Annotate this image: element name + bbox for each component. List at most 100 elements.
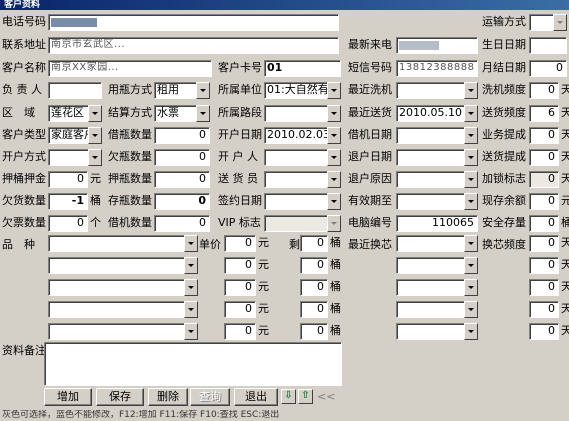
chevron-down-icon[interactable] <box>464 193 478 210</box>
chevron-down-icon[interactable] <box>327 82 341 99</box>
opener-select[interactable] <box>264 149 341 166</box>
sign-date-select[interactable] <box>264 193 341 210</box>
filter-date-select[interactable] <box>396 301 478 318</box>
cancel-reason-select[interactable] <box>396 171 478 188</box>
borrow-machine-field[interactable]: 0 <box>154 215 210 232</box>
chevron-down-icon[interactable] <box>88 127 102 144</box>
chevron-down-icon[interactable] <box>464 257 478 274</box>
district-select[interactable]: 莲花区 <box>48 105 102 122</box>
deliver-freq-field[interactable]: 6 <box>529 105 559 122</box>
chevron-down-icon[interactable] <box>464 149 478 166</box>
cancel-date-select[interactable] <box>396 149 478 166</box>
chevron-down-icon[interactable] <box>464 301 478 318</box>
arrow-up-icon[interactable]: ⇧ <box>298 389 313 404</box>
product-price-field[interactable]: 0 <box>224 257 256 274</box>
chevron-down-icon[interactable] <box>184 323 198 340</box>
pc-no-field[interactable]: 110065 <box>396 215 478 232</box>
deposit-field[interactable]: 0 <box>48 171 88 188</box>
product-price-field[interactable]: 0 <box>224 301 256 318</box>
open-mode-select[interactable] <box>48 149 102 166</box>
chevron-down-icon[interactable] <box>184 279 198 296</box>
filter-freq-field[interactable]: 0 <box>529 257 559 274</box>
unit-select[interactable]: 01:大自然有 <box>264 82 341 99</box>
filter-date-select[interactable] <box>396 235 478 252</box>
arrow-down-icon[interactable]: ⇩ <box>281 389 296 404</box>
month-end-field[interactable]: 0 <box>529 60 567 77</box>
chevron-down-icon[interactable] <box>184 257 198 274</box>
settle-select[interactable]: 水票 <box>154 105 210 122</box>
open-date-select[interactable]: 2010.02.03 <box>264 127 341 144</box>
product-remain-field[interactable]: 0 <box>300 257 328 274</box>
sms-no-field[interactable]: 13812388888 <box>396 60 478 77</box>
last-deliver-select[interactable]: 2010.05.10 <box>396 105 478 122</box>
filter-freq-field[interactable]: 0 <box>529 235 559 252</box>
chevron-down-icon[interactable] <box>88 105 102 122</box>
deposit-bottle-field[interactable]: 0 <box>154 171 210 188</box>
lock-flag-field[interactable]: 0 <box>529 171 559 188</box>
chevron-down-icon[interactable] <box>327 105 341 122</box>
product-remain-field[interactable]: 0 <box>300 323 328 340</box>
save-button[interactable]: 保存 <box>96 388 144 406</box>
remarks-textarea[interactable] <box>44 342 342 386</box>
customer-name-field[interactable]: 南京XX家园... <box>48 60 212 77</box>
owe-bottle-field[interactable]: 0 <box>154 149 210 166</box>
chevron-down-icon[interactable] <box>184 301 198 318</box>
stock-bottle-field[interactable]: 0 <box>154 193 210 210</box>
last-wash-select[interactable] <box>396 82 478 99</box>
product-price-field[interactable]: 0 <box>224 323 256 340</box>
product-select[interactable] <box>48 323 198 340</box>
chevron-down-icon[interactable] <box>464 323 478 340</box>
chevron-down-icon[interactable] <box>196 105 210 122</box>
biz-remind-field[interactable]: 0 <box>529 127 559 144</box>
chevron-down-icon[interactable] <box>464 82 478 99</box>
owe-ticket-field[interactable]: 0 <box>48 215 88 232</box>
product-price-field[interactable]: 0 <box>224 279 256 296</box>
product-select[interactable] <box>48 279 198 296</box>
exit-button[interactable]: 退出 <box>234 388 278 406</box>
chevron-down-icon[interactable] <box>464 279 478 296</box>
chevron-down-icon[interactable] <box>196 82 210 99</box>
chevron-down-icon[interactable] <box>327 127 341 144</box>
chevron-down-icon[interactable] <box>88 149 102 166</box>
add-button[interactable]: 增加 <box>44 388 92 406</box>
transport-select[interactable] <box>529 14 567 31</box>
product-remain-field[interactable]: 0 <box>300 279 328 296</box>
address-field[interactable]: 南京市玄武区... <box>48 37 339 54</box>
product-remain-field[interactable]: 0 <box>300 301 328 318</box>
safe-stock-field[interactable]: 0 <box>529 215 559 232</box>
chevron-down-icon[interactable] <box>327 149 341 166</box>
product-remain-field[interactable]: 0 <box>300 235 328 252</box>
bottle-mode-select[interactable]: 租用 <box>154 82 210 99</box>
borrow-bottle-field[interactable]: 0 <box>154 127 210 144</box>
delivery-person-select[interactable] <box>264 171 341 188</box>
owe-goods-field[interactable]: -1 <box>48 193 88 210</box>
filter-freq-field[interactable]: 0 <box>529 323 559 340</box>
query-button[interactable]: 查询 <box>190 388 230 406</box>
balance-field[interactable]: 0 <box>529 193 559 210</box>
borrow-date-select[interactable] <box>396 127 478 144</box>
product-select[interactable] <box>48 235 198 252</box>
wash-freq-field[interactable]: 0 <box>529 82 559 99</box>
chevron-down-icon[interactable] <box>464 171 478 188</box>
chevron-down-icon[interactable] <box>327 215 341 232</box>
birthday-field[interactable] <box>529 37 567 54</box>
product-price-field[interactable]: 0 <box>224 235 256 252</box>
filter-freq-field[interactable]: 0 <box>529 301 559 318</box>
chevron-down-icon[interactable] <box>464 235 478 252</box>
latest-phone-field[interactable] <box>396 37 478 54</box>
chevron-down-icon[interactable] <box>464 105 478 122</box>
chevron-down-icon[interactable] <box>327 171 341 188</box>
vip-select[interactable] <box>264 215 341 232</box>
phone-field[interactable] <box>48 14 339 31</box>
manager-field[interactable] <box>48 82 102 99</box>
card-no-field[interactable]: 01 <box>264 60 341 77</box>
filter-date-select[interactable] <box>396 279 478 296</box>
cust-type-select[interactable]: 家庭客户 <box>48 127 102 144</box>
product-select[interactable] <box>48 257 198 274</box>
chevron-down-icon[interactable] <box>327 193 341 210</box>
deliver-remind-field[interactable]: 0 <box>529 149 559 166</box>
route-select[interactable] <box>264 105 341 122</box>
filter-date-select[interactable] <box>396 257 478 274</box>
valid-until-select[interactable] <box>396 193 478 210</box>
filter-freq-field[interactable]: 0 <box>529 279 559 296</box>
